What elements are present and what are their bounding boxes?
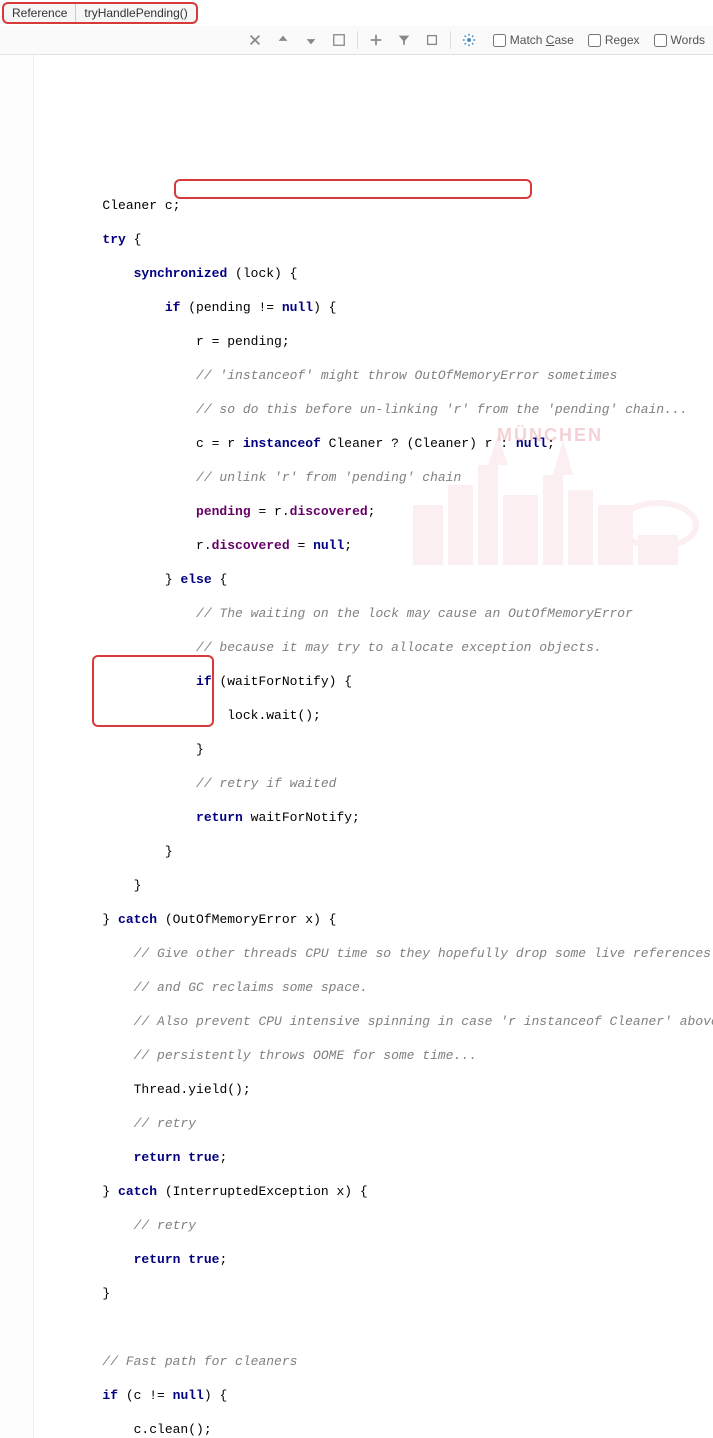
find-in-path-icon[interactable] — [422, 30, 442, 50]
code-editor[interactable]: MÜNCHEN Cleaner c; try { synchronized (l… — [0, 55, 713, 1438]
breadcrumb-item-method[interactable]: tryHandlePending() — [76, 4, 195, 22]
code-lines: Cleaner c; try { synchronized (lock) { i… — [40, 180, 713, 1438]
select-all-icon[interactable] — [329, 30, 349, 50]
search-toolbar: Match Case Regex Words — [0, 26, 713, 55]
gear-icon[interactable] — [459, 30, 479, 50]
editor-gutter — [0, 55, 34, 1438]
close-icon[interactable] — [245, 30, 265, 50]
regex-checkbox[interactable]: Regex — [588, 33, 640, 47]
breadcrumb-item-class[interactable]: Reference — [4, 4, 76, 22]
arrow-down-icon[interactable] — [301, 30, 321, 50]
add-selection-icon[interactable] — [366, 30, 386, 50]
filter-icon[interactable] — [394, 30, 414, 50]
arrow-up-icon[interactable] — [273, 30, 293, 50]
words-checkbox[interactable]: Words — [654, 33, 705, 47]
breadcrumb[interactable]: Reference tryHandlePending() — [2, 2, 198, 24]
match-case-checkbox[interactable]: Match Case — [493, 33, 574, 47]
